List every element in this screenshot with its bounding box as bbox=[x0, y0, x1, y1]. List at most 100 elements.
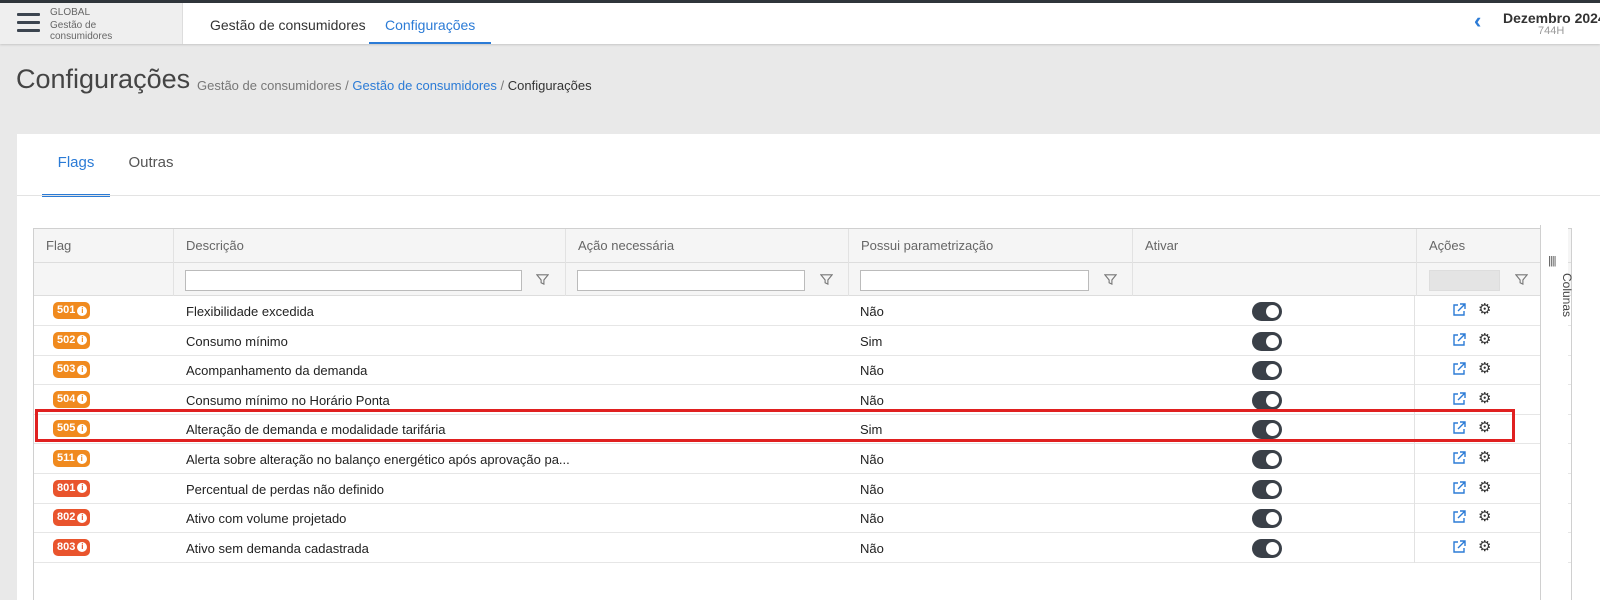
info-icon[interactable]: i bbox=[77, 394, 88, 405]
columns-icon: |||| bbox=[1548, 255, 1557, 267]
ativar-toggle[interactable] bbox=[1252, 331, 1282, 351]
parametrizacao-value: Não bbox=[860, 363, 884, 379]
table-row: 803 i Ativo sem demanda cadastrada Não ⚙ bbox=[34, 532, 1571, 563]
parametrizacao-value: Sim bbox=[860, 422, 883, 438]
table-row: 511 i Alerta sobre alteração no balanço en… bbox=[34, 444, 1571, 474]
flag-code: 502 bbox=[57, 333, 76, 346]
app-header: GLOBAL Gestão de consumidores Gestão de … bbox=[0, 3, 1600, 44]
grid-header-row: Flag Descrição Ação necessária Possui pa… bbox=[34, 229, 1571, 263]
ativar-toggle[interactable] bbox=[1252, 302, 1282, 321]
ativar-toggle[interactable] bbox=[1252, 361, 1282, 381]
info-icon[interactable]: i bbox=[77, 512, 88, 523]
info-icon[interactable]: i bbox=[77, 335, 88, 346]
flag-badge[interactable]: 801 i bbox=[53, 479, 91, 497]
info-icon[interactable]: i bbox=[77, 483, 88, 494]
gear-icon[interactable]: ⚙ bbox=[1478, 390, 1491, 407]
flag-badge[interactable]: 505 i bbox=[53, 420, 91, 438]
flag-badge[interactable]: 802 i bbox=[53, 509, 91, 527]
month-hours: 744H bbox=[1538, 25, 1565, 37]
filter-acao-input[interactable] bbox=[577, 270, 805, 291]
gear-icon[interactable]: ⚙ bbox=[1478, 420, 1491, 436]
parametrizacao-value: Não bbox=[860, 392, 884, 408]
breadcrumb-separator: / bbox=[496, 78, 508, 93]
gear-icon[interactable]: ⚙ bbox=[1478, 450, 1491, 466]
column-header-descricao[interactable]: Descrição bbox=[173, 229, 565, 263]
external-link-icon[interactable] bbox=[1452, 392, 1466, 406]
ativar-toggle[interactable] bbox=[1252, 390, 1282, 410]
flag-code: 802 bbox=[57, 511, 76, 524]
flag-description: Flexibilidade excedida bbox=[186, 304, 314, 319]
flag-code: 505 bbox=[57, 422, 76, 435]
info-icon[interactable]: i bbox=[77, 305, 88, 316]
flag-badge[interactable]: 503 i bbox=[53, 361, 91, 379]
breadcrumb-link[interactable]: Gestão de consumidores bbox=[352, 78, 497, 93]
breadcrumb-item: Gestão de consumidores bbox=[197, 78, 342, 93]
month-title: Dezembro 2024 bbox=[1503, 10, 1600, 26]
ativar-toggle[interactable] bbox=[1252, 450, 1282, 469]
column-header-parametrizacao[interactable]: Possui parametrização bbox=[848, 229, 1132, 263]
flag-badge[interactable]: 502 i bbox=[53, 331, 91, 349]
external-link-icon[interactable] bbox=[1452, 480, 1466, 495]
external-link-icon[interactable] bbox=[1452, 451, 1466, 465]
filter-icon[interactable] bbox=[1515, 273, 1528, 286]
tab-flags[interactable]: Flags bbox=[42, 134, 110, 197]
column-header-flag[interactable]: Flag bbox=[34, 229, 173, 263]
table-row: 504 i Consumo mínimo no Horário Ponta Não ⚙ bbox=[34, 384, 1571, 415]
external-link-icon[interactable] bbox=[1452, 332, 1466, 347]
external-link-icon[interactable] bbox=[1452, 540, 1466, 554]
table-row: 505 i Alteração de demanda e modalidade ta… bbox=[34, 414, 1571, 445]
external-link-icon[interactable] bbox=[1452, 421, 1466, 435]
info-icon[interactable]: i bbox=[77, 423, 88, 434]
gear-icon[interactable]: ⚙ bbox=[1478, 331, 1491, 348]
filter-icon[interactable] bbox=[1104, 273, 1117, 286]
flag-badge[interactable]: 501 i bbox=[53, 302, 91, 319]
info-icon[interactable]: i bbox=[77, 542, 88, 553]
ativar-toggle[interactable] bbox=[1252, 420, 1282, 440]
table-row: 502 i Consumo mínimo Sim ⚙ bbox=[34, 325, 1571, 356]
nav-gestao-consumidores[interactable]: Gestão de consumidores bbox=[210, 3, 366, 44]
column-header-ativar[interactable]: Ativar bbox=[1132, 229, 1416, 263]
tab-outras[interactable]: Outras bbox=[125, 134, 177, 197]
parametrizacao-value: Sim bbox=[860, 333, 883, 349]
gear-icon[interactable]: ⚙ bbox=[1478, 538, 1491, 555]
gear-icon[interactable]: ⚙ bbox=[1478, 361, 1491, 377]
filter-descricao-input[interactable] bbox=[185, 270, 522, 291]
table-row: 801 i Percentual de perdas não definido Não… bbox=[34, 473, 1571, 504]
flag-badge[interactable]: 511 i bbox=[53, 450, 90, 467]
external-link-icon[interactable] bbox=[1452, 510, 1466, 524]
chevron-left-icon[interactable]: ‹ bbox=[1474, 8, 1481, 34]
column-header-acao-necessaria[interactable]: Ação necessária bbox=[565, 229, 848, 263]
table-row: 802 i Ativo com volume projetado Não ⚙ bbox=[34, 503, 1571, 534]
filter-icon[interactable] bbox=[536, 273, 549, 286]
flag-badge[interactable]: 504 i bbox=[53, 390, 91, 408]
grid-filter-row bbox=[34, 263, 1571, 296]
parametrizacao-value: Não bbox=[860, 304, 884, 319]
flag-code: 501 bbox=[57, 304, 76, 316]
nav-configuracoes[interactable]: Configurações bbox=[369, 3, 492, 44]
gear-icon[interactable]: ⚙ bbox=[1478, 509, 1491, 525]
flag-description: Ativo com volume projetado bbox=[186, 511, 347, 527]
gear-icon[interactable]: ⚙ bbox=[1478, 479, 1491, 496]
flags-grid: Flag Descrição Ação necessária Possui pa… bbox=[33, 228, 1572, 600]
columns-side-panel[interactable]: |||| Colunas bbox=[1540, 225, 1574, 600]
flag-description: Acompanhamento da demanda bbox=[186, 363, 368, 379]
external-link-icon[interactable] bbox=[1452, 362, 1466, 376]
ativar-toggle[interactable] bbox=[1252, 509, 1282, 529]
parametrizacao-value: Não bbox=[860, 511, 884, 527]
gear-icon[interactable]: ⚙ bbox=[1478, 302, 1491, 318]
external-link-icon[interactable] bbox=[1452, 303, 1466, 317]
info-icon[interactable]: i bbox=[77, 364, 88, 375]
ativar-toggle[interactable] bbox=[1252, 479, 1282, 499]
filter-parametrizacao-input[interactable] bbox=[860, 270, 1089, 291]
breadcrumb-separator: / bbox=[341, 78, 353, 93]
parametrizacao-value: Não bbox=[860, 452, 884, 467]
content-card: Flags Outras Flag Descrição Ação necessá… bbox=[17, 134, 1600, 600]
app-name: Gestão de consumidores bbox=[50, 20, 113, 42]
flag-description: Ativo sem demanda cadastrada bbox=[186, 540, 369, 556]
info-icon[interactable]: i bbox=[76, 453, 87, 464]
app-switcher[interactable]: GLOBAL Gestão de consumidores bbox=[0, 3, 183, 44]
filter-icon[interactable] bbox=[820, 273, 833, 286]
hamburger-menu-icon[interactable] bbox=[17, 13, 40, 33]
ativar-toggle[interactable] bbox=[1252, 538, 1282, 558]
flag-badge[interactable]: 803 i bbox=[53, 538, 91, 556]
